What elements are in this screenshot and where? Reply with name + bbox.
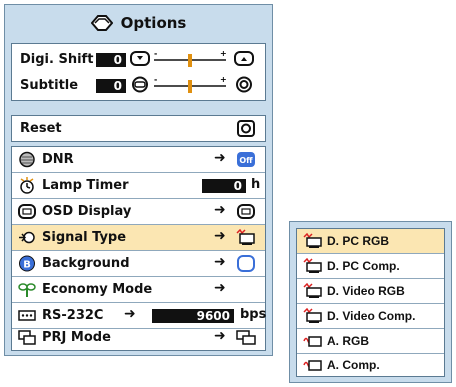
osd-display-icon — [18, 204, 36, 219]
options-list: DNR ➜ Off Lamp Timer 0 h OSD Display ➜ S… — [11, 146, 266, 351]
digital-video-rgb-icon — [303, 283, 322, 298]
lamp-timer-unit: h — [251, 177, 261, 192]
signal-option-a-comp[interactable]: A. Comp. — [297, 353, 444, 377]
osd-display-value-icon — [237, 204, 255, 219]
submenu-arrow: ➜ — [214, 280, 226, 296]
signal-type-value-icon — [236, 229, 255, 245]
submenu-arrow: ➜ — [124, 306, 136, 322]
off-badge-icon: Off — [237, 152, 255, 167]
options-menu: Options Digi. Shift 0 - + Subtitle 0 - +… — [4, 4, 273, 356]
rs232c-value: 9600 — [152, 309, 234, 323]
signal-type-icon — [19, 231, 35, 244]
lamp-timer-icon — [20, 177, 34, 194]
reset-icon — [237, 120, 255, 137]
menu-title: Options — [5, 5, 272, 41]
reset-box: Reset — [11, 115, 266, 142]
svg-text:-: - — [154, 49, 157, 58]
lamp-timer-value: 0 — [202, 179, 246, 193]
prj-mode-value-icon — [236, 330, 256, 345]
menu-item-osd-display[interactable]: OSD Display ➜ — [12, 199, 265, 224]
analog-comp-icon — [303, 360, 322, 371]
submenu-arrow: ➜ — [214, 228, 226, 244]
signal-type-list: D. PC RGB D. PC Comp. D. Video RGB D. Vi… — [296, 228, 445, 377]
subtitle-large-icon — [236, 76, 252, 93]
menu-item-lamp-timer[interactable]: Lamp Timer 0 h — [12, 173, 265, 198]
signal-option-d-pc-comp[interactable]: D. PC Comp. — [297, 254, 444, 278]
digi-shift-value: 0 — [96, 53, 126, 67]
submenu-arrow: ➜ — [214, 150, 226, 166]
shift-up-icon — [234, 51, 254, 66]
submenu-arrow: ➜ — [214, 254, 226, 270]
digi-shift-row[interactable]: Digi. Shift 0 - + — [12, 47, 265, 72]
background-icon: B — [19, 255, 35, 272]
menu-item-economy-mode[interactable]: Economy Mode ➜ — [12, 277, 265, 302]
menu-title-text: Options — [120, 14, 187, 32]
signal-option-a-rgb[interactable]: A. RGB — [297, 329, 444, 353]
signal-option-d-video-rgb[interactable]: D. Video RGB — [297, 279, 444, 303]
reset-button[interactable]: Reset — [12, 116, 265, 141]
dnr-icon — [19, 151, 35, 168]
digital-comp-icon — [303, 258, 322, 273]
shift-down-icon — [130, 51, 150, 66]
rs232c-icon — [18, 310, 36, 321]
svg-text:+: + — [220, 49, 227, 58]
economy-mode-icon — [18, 283, 36, 297]
svg-text:Off: Off — [239, 156, 253, 165]
svg-text:+: + — [220, 75, 227, 84]
rs232c-unit: bps — [240, 307, 267, 322]
prj-mode-icon — [18, 330, 36, 345]
menu-item-prj-mode[interactable]: PRJ Mode ➜ — [12, 325, 265, 350]
signal-type-submenu: D. PC RGB D. PC Comp. D. Video RGB D. Vi… — [289, 221, 452, 383]
submenu-arrow: ➜ — [214, 328, 226, 344]
subtitle-value: 0 — [96, 79, 126, 93]
digital-video-comp-icon — [303, 308, 322, 323]
digital-rgb-icon — [303, 233, 322, 248]
subtitle-small-icon — [132, 76, 148, 93]
options-icon — [90, 15, 113, 31]
menu-item-signal-type[interactable]: Signal Type ➜ — [12, 225, 265, 250]
subtitle-slider[interactable]: - + — [152, 75, 228, 95]
submenu-arrow: ➜ — [214, 202, 226, 218]
adjust-box: Digi. Shift 0 - + Subtitle 0 - + — [11, 43, 266, 101]
digi-shift-slider[interactable]: - + — [152, 49, 228, 69]
signal-option-d-video-comp[interactable]: D. Video Comp. — [297, 304, 444, 328]
menu-item-background[interactable]: B Background ➜ — [12, 251, 265, 276]
subtitle-row[interactable]: Subtitle 0 - + — [12, 73, 265, 98]
analog-rgb-icon — [303, 336, 322, 347]
svg-text:-: - — [154, 75, 157, 84]
signal-option-d-pc-rgb[interactable]: D. PC RGB — [297, 229, 444, 253]
svg-text:B: B — [23, 260, 31, 271]
menu-item-dnr[interactable]: DNR ➜ Off — [12, 147, 265, 172]
background-value-icon — [237, 255, 255, 272]
